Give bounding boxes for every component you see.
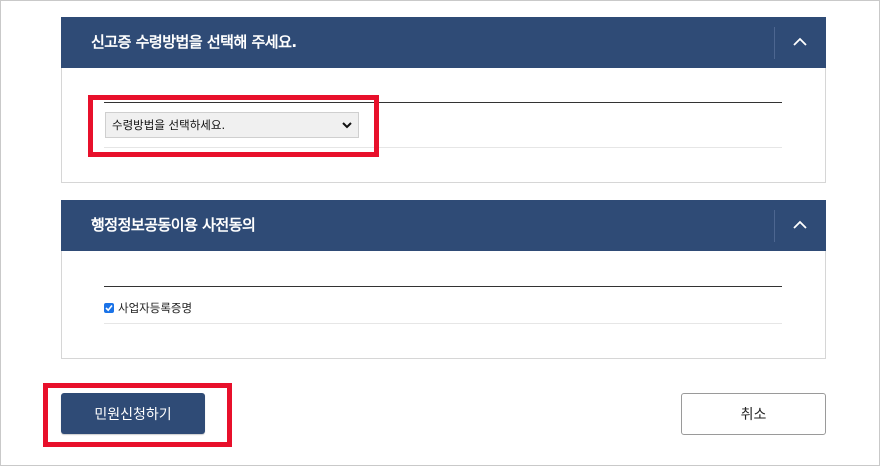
- chevron-up-icon: [793, 220, 807, 229]
- receipt-method-collapse-button[interactable]: [774, 27, 826, 59]
- receipt-method-panel: 신고증 수령방법을 선택해 주세요. 수령방법을 선택하세요.: [61, 17, 826, 183]
- receipt-method-title: 신고증 수령방법을 선택해 주세요.: [91, 33, 297, 51]
- submit-application-button[interactable]: 민원신청하기: [61, 393, 205, 434]
- receipt-method-select[interactable]: 수령방법을 선택하세요.: [105, 112, 359, 138]
- divider-bottom: [104, 147, 782, 148]
- divider-top: [104, 286, 782, 287]
- chevron-up-icon: [793, 37, 807, 46]
- consent-title: 행정정보공동이용 사전동의: [91, 216, 256, 234]
- check-icon: [105, 304, 113, 312]
- cancel-button[interactable]: 취소: [681, 393, 826, 435]
- receipt-method-select-value: 수령방법을 선택하세요.: [112, 118, 226, 132]
- business-registration-checkbox[interactable]: [104, 303, 114, 313]
- chevron-down-icon: [342, 122, 352, 129]
- consent-panel: 행정정보공동이용 사전동의 사업자등록증명: [61, 200, 826, 359]
- consent-collapse-button[interactable]: [774, 210, 826, 242]
- consent-header: 행정정보공동이용 사전동의: [61, 200, 826, 251]
- business-registration-consent-row: 사업자등록증명: [104, 300, 192, 316]
- business-registration-label: 사업자등록증명: [118, 301, 193, 315]
- receipt-method-header: 신고증 수령방법을 선택해 주세요.: [61, 17, 826, 68]
- divider-top: [104, 102, 782, 103]
- divider-bottom: [104, 323, 782, 324]
